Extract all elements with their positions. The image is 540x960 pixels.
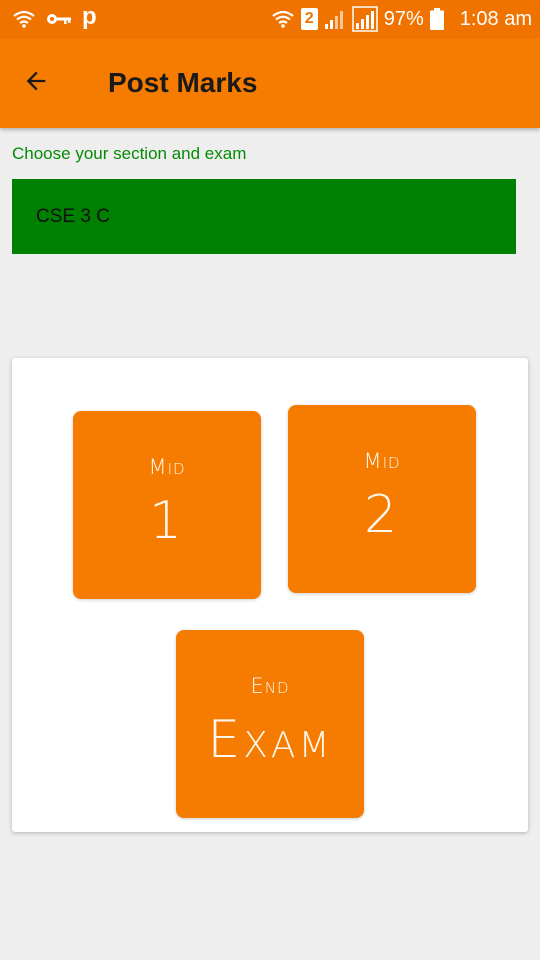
section-selected-value: CSE 3 C bbox=[36, 205, 110, 227]
battery-icon bbox=[429, 8, 444, 30]
signal-icon bbox=[351, 6, 378, 32]
exam-card: Mid 1 Mid 2 End Exam bbox=[12, 358, 528, 832]
mid-2-button[interactable]: Mid 2 bbox=[288, 405, 476, 593]
clock: 1:08 am bbox=[459, 7, 532, 30]
signal-icon bbox=[324, 8, 346, 30]
section-dropdown[interactable]: CSE 3 C bbox=[12, 179, 516, 254]
status-bar-left: p bbox=[12, 5, 97, 29]
end-exam-top-label: End bbox=[250, 674, 290, 698]
mid-1-button[interactable]: Mid 1 bbox=[73, 411, 261, 599]
section-prompt: Choose your section and exam bbox=[12, 144, 247, 163]
sim-2-icon: 2 bbox=[300, 8, 318, 30]
p-app-icon: p bbox=[82, 3, 97, 30]
mid-2-main-label: 2 bbox=[363, 485, 401, 545]
page-title: Post Marks bbox=[108, 67, 258, 98]
mid-1-main-label: 1 bbox=[148, 491, 186, 551]
battery-percent: 97% bbox=[383, 7, 424, 30]
end-exam-button[interactable]: End Exam bbox=[176, 630, 364, 818]
arrow-back-icon bbox=[22, 67, 50, 100]
wifi-icon bbox=[271, 9, 295, 29]
mid-1-top-label: Mid bbox=[148, 455, 186, 479]
app-bar: Post Marks bbox=[0, 38, 540, 128]
status-bar-right: 2 97% 1:08 am bbox=[271, 6, 532, 32]
wifi-calling-icon bbox=[12, 9, 36, 29]
mid-2-top-label: Mid bbox=[363, 449, 401, 473]
key-icon bbox=[46, 12, 72, 26]
status-bar: p 2 97% 1:08 am bbox=[0, 0, 540, 38]
back-button[interactable] bbox=[8, 55, 64, 111]
end-exam-main-label: Exam bbox=[207, 710, 333, 770]
